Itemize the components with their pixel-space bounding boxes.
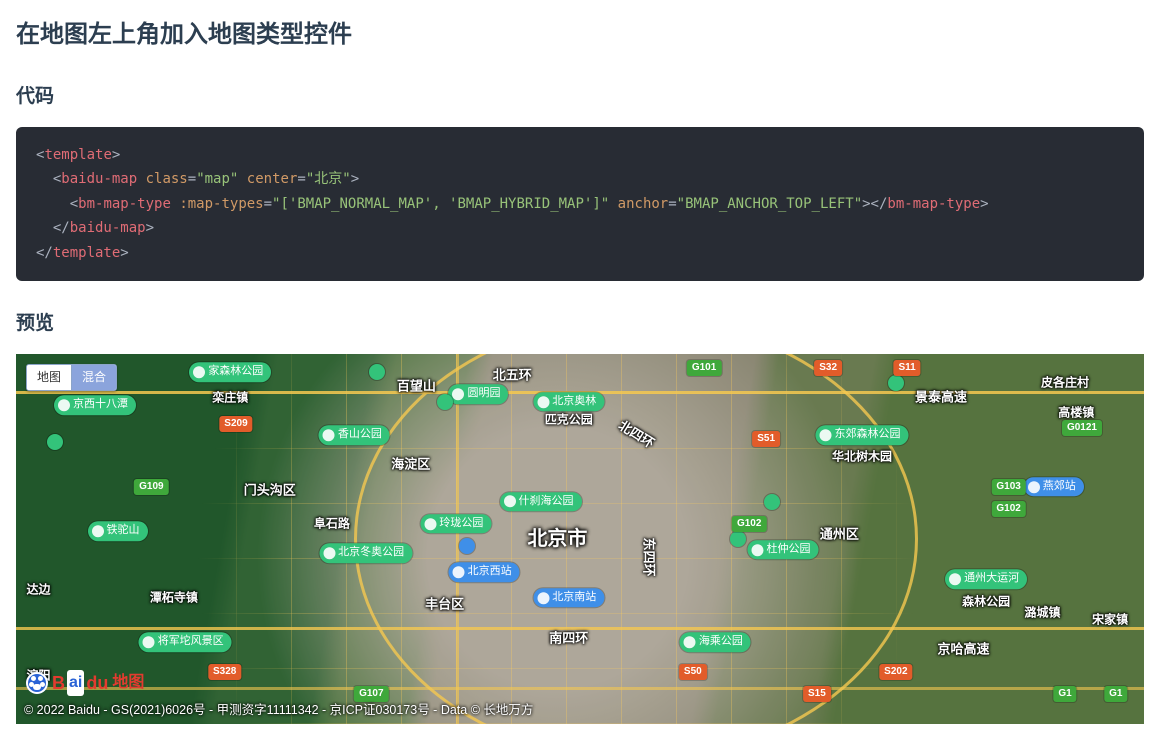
- map-type-control: 地图 混合: [26, 364, 117, 391]
- page-title: 在地图左上角加入地图类型控件: [16, 16, 1144, 54]
- code-block: <template> <baidu-map class="map" center…: [16, 127, 1144, 282]
- map-type-hybrid-button[interactable]: 混合: [71, 365, 116, 390]
- map-type-normal-button[interactable]: 地图: [27, 365, 71, 390]
- code-heading: 代码: [16, 82, 1144, 112]
- map-preview[interactable]: 地图 混合 北京市 北五环 北四环 东四环 南四环 海淀区 丰台区 通州区 门头…: [16, 354, 1144, 724]
- preview-heading: 预览: [16, 309, 1144, 339]
